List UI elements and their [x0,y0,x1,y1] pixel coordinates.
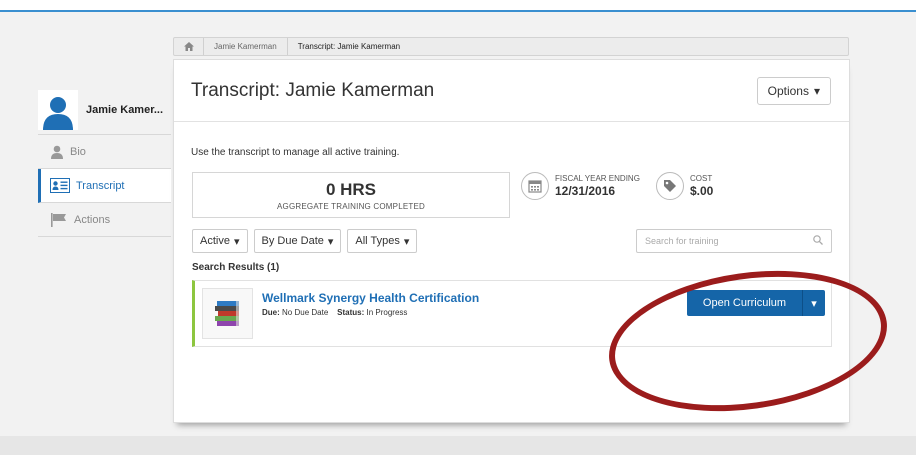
caret-down-icon: ▾ [403,235,410,248]
training-row: Wellmark Synergy Health Certification Du… [192,280,832,347]
breadcrumb-current: Transcript: Jamie Kamerman [297,42,401,51]
fiscal-year-label: FISCAL YEAR ENDING [555,174,640,183]
calendar-icon [521,172,549,200]
transcript-card: Transcript: Jamie Kamerman Options ▾ Use… [173,59,850,423]
sidebar-item-transcript[interactable]: Transcript [38,169,171,203]
breadcrumb-user[interactable]: Jamie Kamerman [204,38,288,55]
open-curriculum-label[interactable]: Open Curriculum [687,290,803,316]
hours-value: 0 HRS [325,180,377,199]
fiscal-year-stat: FISCAL YEAR ENDING 12/31/2016 [521,172,640,200]
sidebar: Jamie Kamer... Bio Transcript Actions [38,85,171,237]
status-label: Status: [337,308,365,317]
hours-caption: AGGREGATE TRAINING COMPLETED [277,202,425,211]
search-icon[interactable] [813,234,823,248]
aggregate-hours-box: 0 HRS AGGREGATE TRAINING COMPLETED [192,172,510,218]
fiscal-year-value: 12/31/2016 [555,184,616,198]
due-value: No Due Date [282,308,329,317]
top-border [0,0,916,12]
footer-bar [0,436,916,455]
profile-header: Jamie Kamer... [38,85,171,135]
caret-down-icon: ▾ [327,235,334,248]
page-title: Transcript: Jamie Kamerman [191,79,435,101]
training-title-link[interactable]: Wellmark Synergy Health Certification [262,291,479,305]
search-box [636,229,832,253]
sidebar-item-label: Bio [70,145,86,158]
sidebar-item-actions[interactable]: Actions [38,203,171,237]
filter-label: Active [200,235,230,247]
transcript-icon [50,178,70,193]
home-icon[interactable] [174,38,204,55]
flag-icon [50,212,68,227]
sidebar-item-label: Actions [74,213,111,226]
training-meta: Due: No Due Date Status: In Progress [262,308,407,317]
search-results-count: Search Results (1) [192,262,280,273]
open-curriculum-button[interactable]: Open Curriculum ▾ [687,290,825,316]
search-input[interactable] [645,236,795,246]
caret-down-icon[interactable]: ▾ [803,290,825,316]
cost-value: $.00 [690,184,714,198]
tag-icon [656,172,684,200]
caret-down-icon: ▾ [233,235,240,248]
options-label: Options [767,83,809,98]
person-icon [50,145,64,159]
options-button[interactable]: Options ▾ [756,76,831,105]
cost-stat: COST $.00 [656,172,713,200]
filter-bar: Active ▾ By Due Date ▾ All Types ▾ [192,229,418,253]
status-value: In Progress [366,308,408,317]
breadcrumb: Jamie Kamerman Transcript: Jamie Kamerma… [173,37,849,56]
avatar[interactable] [38,89,78,130]
caret-down-icon: ▾ [813,83,820,98]
card-header: Transcript: Jamie Kamerman Options ▾ [174,60,849,122]
page-subtitle: Use the transcript to manage all active … [191,147,400,158]
cost-label: COST [690,174,713,183]
sort-filter-dropdown[interactable]: By Due Date ▾ [253,229,342,253]
sidebar-item-bio[interactable]: Bio [38,135,171,169]
type-filter-dropdown[interactable]: All Types ▾ [347,229,418,253]
filter-label: By Due Date [261,235,324,247]
due-label: Due: [262,308,280,317]
profile-name[interactable]: Jamie Kamer... [86,104,163,116]
sidebar-item-label: Transcript [76,179,125,192]
books-icon [202,288,253,339]
status-filter-dropdown[interactable]: Active ▾ [192,229,248,253]
filter-label: All Types [355,235,400,247]
